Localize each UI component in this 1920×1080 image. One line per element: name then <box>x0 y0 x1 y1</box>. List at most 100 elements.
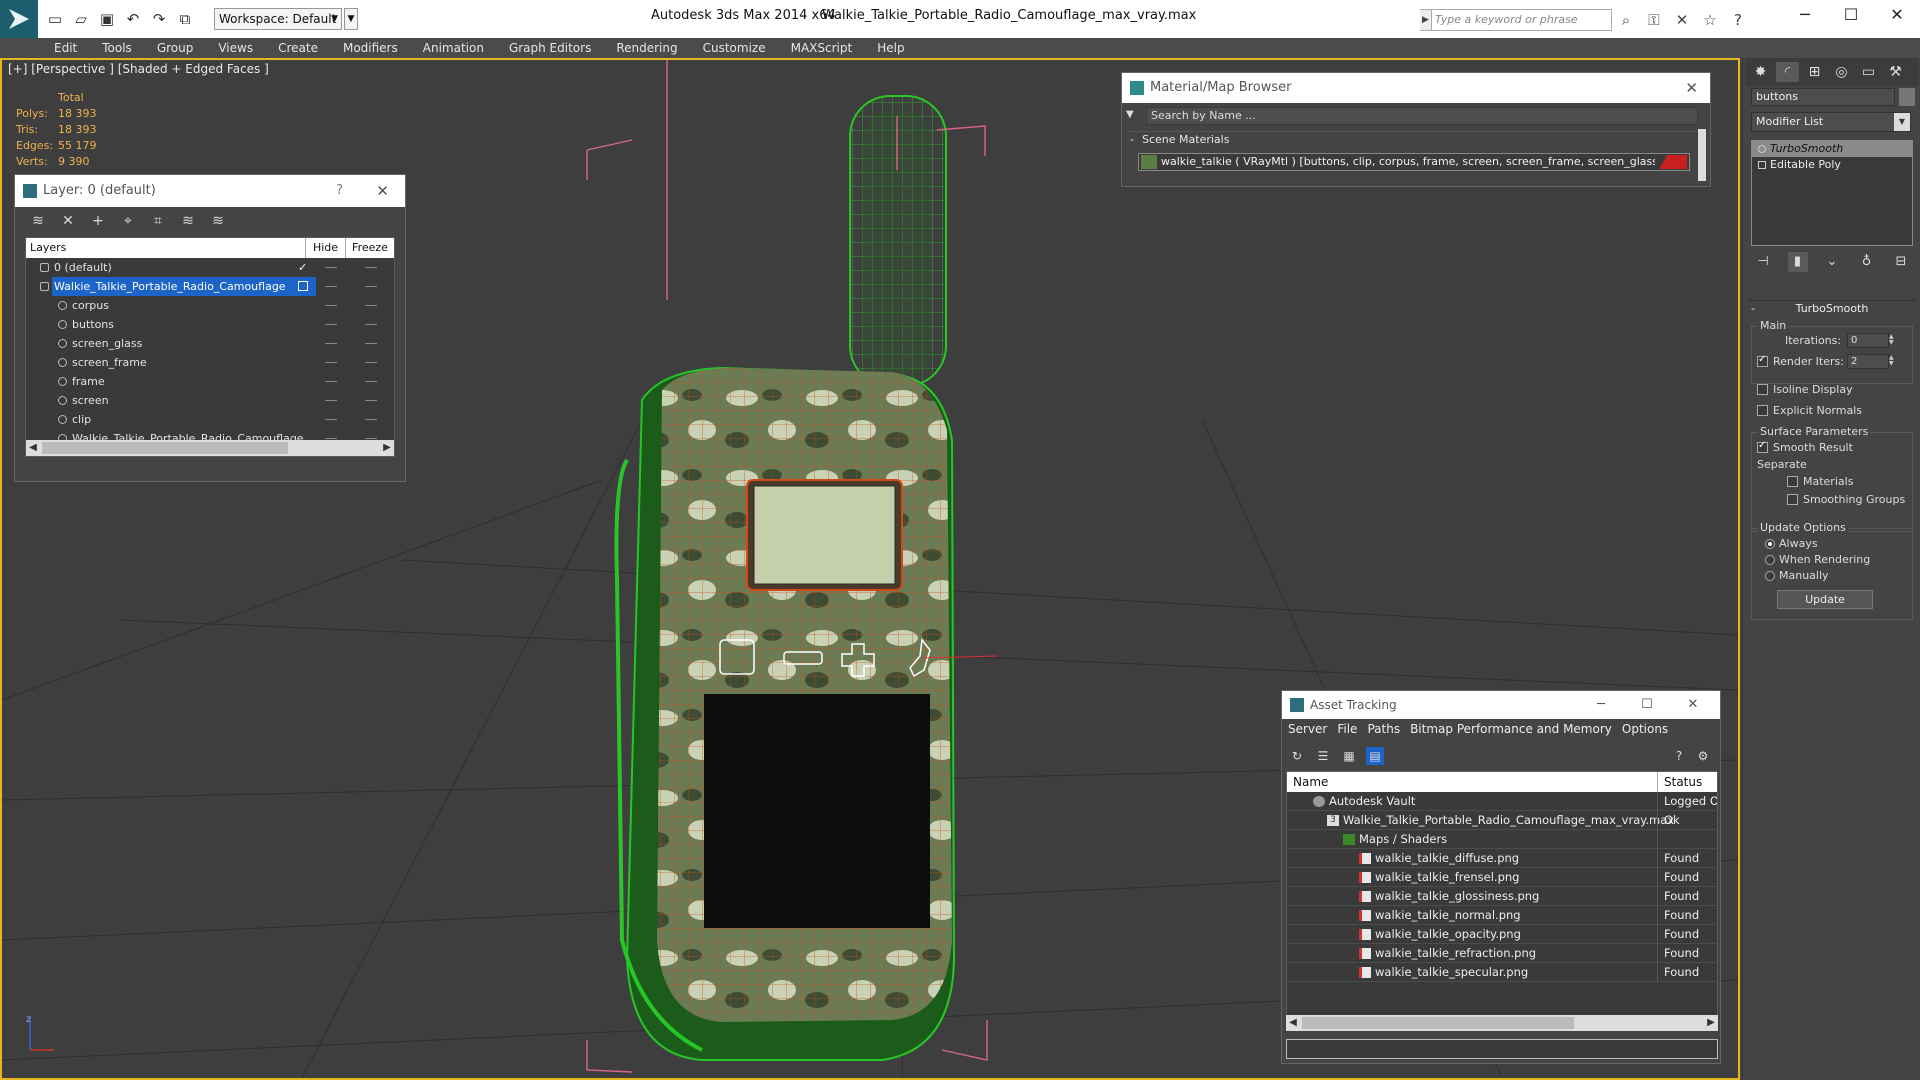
scroll-thumb[interactable] <box>1302 1017 1574 1029</box>
smooth-result-checkbox[interactable] <box>1757 440 1768 453</box>
infocenter-search-input[interactable]: ▶ Type a keyword or phrase <box>1420 9 1612 31</box>
app-logo[interactable] <box>0 0 38 38</box>
expand-icon[interactable] <box>1758 161 1766 169</box>
layer-object-row[interactable]: screen_glass <box>26 334 394 353</box>
turbosmooth-rollout-header[interactable]: - TurboSmooth <box>1747 300 1917 316</box>
thumbnail-view-icon[interactable]: ▦ <box>1340 747 1358 765</box>
asset-menu-server[interactable]: Server <box>1288 719 1327 739</box>
menu-graph-editors[interactable]: Graph Editors <box>509 38 591 58</box>
freeze-toggle[interactable] <box>365 400 377 401</box>
project-folder-icon[interactable]: ⧉ <box>174 8 196 30</box>
menu-tools[interactable]: Tools <box>102 38 132 58</box>
delete-layer-icon[interactable]: ✕ <box>57 211 79 231</box>
layer-row[interactable]: 0 (default) ✓ <box>26 258 394 277</box>
asset-tracking-titlebar[interactable]: Asset Tracking ─ ☐ ✕ <box>1282 691 1720 719</box>
options-triangle-icon[interactable]: ▼ <box>1126 109 1134 120</box>
settings-icon[interactable]: ⚙ <box>1694 747 1712 765</box>
smoothing-groups-checkbox[interactable] <box>1787 494 1798 505</box>
asset-row[interactable]: walkie_talkie_refraction.png Found <box>1287 944 1717 963</box>
freeze-toggle[interactable] <box>365 267 377 268</box>
asset-row[interactable]: Maps / Shaders <box>1287 830 1717 849</box>
exchange-icon[interactable]: ✕ <box>1671 9 1693 31</box>
freeze-toggle[interactable] <box>365 362 377 363</box>
iterations-spinner[interactable]: 0 ▲ ▼ <box>1847 333 1894 348</box>
asset-menu-paths[interactable]: Paths <box>1367 719 1400 739</box>
motion-tab-icon[interactable]: ◎ <box>1830 62 1853 82</box>
spinner-arrows-icon[interactable]: ▲ ▼ <box>1889 334 1897 347</box>
asset-menu-bitmap-performance[interactable]: Bitmap Performance and Memory <box>1410 719 1612 739</box>
asset-row[interactable]: walkie_talkie_normal.png Found <box>1287 906 1717 925</box>
layer-object-row[interactable]: frame <box>26 372 394 391</box>
menu-create[interactable]: Create <box>278 38 318 58</box>
column-freeze[interactable]: Freeze <box>346 238 394 258</box>
asset-row[interactable]: walkie_talkie_opacity.png Found <box>1287 925 1717 944</box>
freeze-toggle[interactable] <box>365 305 377 306</box>
layer-manager-titlebar[interactable]: Layer: 0 (default) ? ✕ <box>15 175 405 207</box>
hierarchy-tab-icon[interactable]: ⊞ <box>1803 62 1826 82</box>
close-icon[interactable]: ✕ <box>376 175 389 207</box>
key-icon[interactable]: ⚿ <box>1643 9 1665 31</box>
refresh-icon[interactable]: ↻ <box>1288 747 1306 765</box>
scroll-left-icon[interactable]: ◀ <box>1286 1015 1300 1031</box>
layer-object-row[interactable]: buttons <box>26 315 394 334</box>
asset-path-field[interactable] <box>1286 1039 1718 1059</box>
display-tab-icon[interactable]: ▭ <box>1857 62 1880 82</box>
horizontal-scrollbar[interactable]: ◀ ▶ <box>1286 1015 1718 1031</box>
menu-help[interactable]: Help <box>877 38 904 58</box>
render-iters-spinner[interactable]: 2 ▲ ▼ <box>1847 354 1894 369</box>
menu-rendering[interactable]: Rendering <box>616 38 677 58</box>
remove-modifier-icon[interactable]: ♁ <box>1857 252 1877 272</box>
explicit-normals-checkbox[interactable] <box>1757 405 1768 416</box>
modify-tab-icon[interactable]: ◜ <box>1776 62 1799 82</box>
add-to-layer-icon[interactable]: + <box>87 211 109 231</box>
table-view-icon[interactable]: ▤ <box>1366 747 1384 765</box>
freeze-toggle[interactable] <box>365 324 377 325</box>
menu-modifiers[interactable]: Modifiers <box>343 38 398 58</box>
material-browser-titlebar[interactable]: Material/Map Browser ✕ <box>1122 73 1710 103</box>
menu-customize[interactable]: Customize <box>703 38 766 58</box>
layer-checkbox[interactable] <box>298 281 308 291</box>
when-rendering-radio[interactable] <box>1765 555 1775 565</box>
save-icon[interactable]: ▣ <box>96 8 118 30</box>
asset-row[interactable]: walkie_talkie_specular.png Found <box>1287 963 1717 982</box>
hide-toggle[interactable] <box>325 267 337 268</box>
freeze-toggle[interactable] <box>365 286 377 287</box>
hide-toggle[interactable] <box>325 286 337 287</box>
layer-object-row[interactable]: corpus <box>26 296 394 315</box>
isoline-checkbox[interactable] <box>1757 384 1768 395</box>
show-end-result-icon[interactable]: ▮ <box>1787 252 1808 272</box>
asset-row[interactable]: walkie_talkie_frensel.png Found <box>1287 868 1717 887</box>
layer-object-row[interactable]: screen_frame <box>26 353 394 372</box>
asset-row[interactable]: walkie_talkie_glossiness.png Found <box>1287 887 1717 906</box>
always-radio[interactable] <box>1765 539 1775 549</box>
redo-icon[interactable]: ↷ <box>148 8 170 30</box>
freeze-toggle[interactable] <box>365 438 377 439</box>
menu-views[interactable]: Views <box>218 38 253 58</box>
column-status[interactable]: Status <box>1657 772 1717 792</box>
layer-object-row[interactable]: clip <box>26 410 394 429</box>
scroll-right-icon[interactable]: ▶ <box>380 440 394 456</box>
horizontal-scrollbar[interactable]: ◀ ▶ <box>26 440 394 456</box>
hide-toggle[interactable] <box>325 324 337 325</box>
minimize-button[interactable]: ─ <box>1578 691 1624 719</box>
hide-toggle[interactable] <box>325 362 337 363</box>
spinner-arrows-icon[interactable]: ▲ ▼ <box>1889 355 1897 368</box>
hide-toggle[interactable] <box>325 343 337 344</box>
undo-icon[interactable]: ↶ <box>122 8 144 30</box>
star-icon[interactable]: ☆ <box>1699 9 1721 31</box>
help-icon[interactable]: ? <box>1727 9 1749 31</box>
menu-animation[interactable]: Animation <box>423 38 484 58</box>
new-file-icon[interactable]: ▭ <box>44 8 66 30</box>
hide-toggle[interactable] <box>325 438 337 439</box>
freeze-all-icon[interactable]: ≋ <box>207 211 229 231</box>
collapse-icon[interactable]: - <box>1130 132 1134 148</box>
asset-menu-file[interactable]: File <box>1337 719 1357 739</box>
minimize-button[interactable]: ─ <box>1782 0 1828 32</box>
qat-dropdown[interactable]: ▼ <box>344 8 358 30</box>
create-layer-icon[interactable]: ≋ <box>27 211 49 231</box>
chevron-right-icon[interactable]: ▶ <box>1420 10 1432 30</box>
column-layers[interactable]: Layers <box>26 238 306 258</box>
freeze-toggle[interactable] <box>365 419 377 420</box>
manually-radio[interactable] <box>1765 571 1775 581</box>
hide-toggle[interactable] <box>325 400 337 401</box>
